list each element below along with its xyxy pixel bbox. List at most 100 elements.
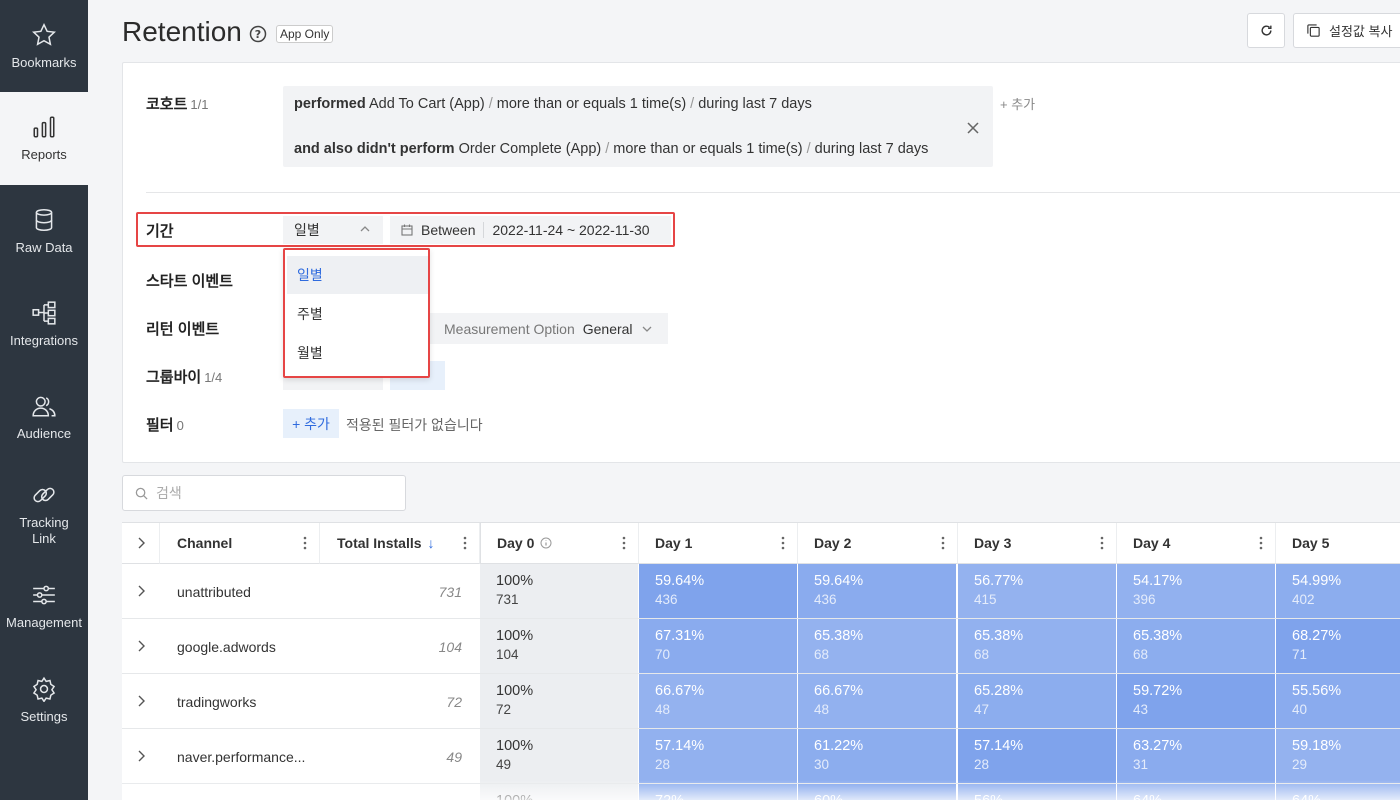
- kebab-menu-icon[interactable]: [1100, 536, 1104, 550]
- filter-empty-text: 적용된 필터가 없습니다: [346, 417, 483, 433]
- kebab-menu-icon[interactable]: [941, 536, 945, 550]
- kebab-menu-icon[interactable]: [781, 536, 785, 550]
- day-2-cell: 65.38% 68: [798, 619, 957, 673]
- table-row[interactable]: google.adwords 104 100% 104 67.31% 70 65.38% 68…: [122, 619, 1400, 674]
- column-header-total-installs[interactable]: Total Installs ↓: [320, 523, 480, 564]
- sidebar-item-settings[interactable]: Settings: [0, 654, 88, 746]
- sidebar-item-label: Management: [6, 614, 82, 630]
- date-range-picker[interactable]: Between 2022-11-24 ~ 2022-11-30: [390, 216, 671, 244]
- day-0-cell: 100% 49: [480, 729, 639, 783]
- day-1-cell: 67.31% 70: [639, 619, 798, 673]
- column-header-day-1[interactable]: Day 1: [639, 523, 798, 564]
- retention-percent: 59.64%: [655, 573, 705, 589]
- expand-row-button[interactable]: [122, 564, 160, 618]
- integrations-icon: [32, 300, 56, 325]
- day-3-cell: 57.14% 28: [958, 729, 1117, 783]
- audience-icon: [32, 396, 56, 417]
- column-header-channel[interactable]: Channel: [160, 523, 320, 564]
- expand-row-button[interactable]: [122, 674, 160, 728]
- sidebar-item-bookmarks[interactable]: Bookmarks: [0, 0, 88, 92]
- column-header-label: Day 2: [814, 535, 852, 551]
- channel-cell: naver.performance...: [177, 749, 306, 765]
- channel-cell: unattributed: [177, 584, 251, 600]
- sort-desc-icon[interactable]: ↓: [428, 535, 435, 551]
- retention-count: 28: [974, 757, 990, 772]
- column-header-day-0[interactable]: Day 0: [480, 523, 639, 564]
- dropdown-option-monthly[interactable]: 월별: [287, 334, 428, 372]
- day-4-cell: 63.27% 31: [1117, 729, 1276, 783]
- group-by-count: 1/4: [204, 370, 223, 385]
- day-3-cell: 65.28% 47: [958, 674, 1117, 728]
- expand-row-button[interactable]: [122, 619, 160, 673]
- table-row[interactable]: unattributed 731 100% 731 59.64% 436 59.64% 436…: [122, 564, 1400, 619]
- chevron-up-icon: [360, 226, 370, 232]
- expand-row-button[interactable]: [122, 729, 160, 783]
- column-header-day-4[interactable]: Day 4: [1117, 523, 1276, 564]
- sidebar-item-label: Reports: [21, 147, 67, 162]
- close-icon[interactable]: [967, 122, 979, 134]
- cohort-count: 1/1: [190, 97, 209, 112]
- group-by-label: 그룹바이 1/4: [146, 369, 223, 386]
- copy-icon: [1307, 24, 1320, 37]
- retention-count: 70: [655, 647, 671, 662]
- period-unit-dropdown: 일별 주별 월별: [283, 248, 430, 378]
- channel-cell: google.adwords: [177, 639, 276, 655]
- filter-add-button[interactable]: + 추가: [283, 409, 339, 438]
- sidebar-item-management[interactable]: Management: [0, 560, 88, 652]
- retention-percent: 100%: [496, 573, 534, 589]
- retention-count: 436: [814, 592, 837, 607]
- sidebar-item-label: Raw Data: [15, 239, 73, 255]
- search-input[interactable]: 검색: [122, 475, 406, 511]
- table-row[interactable]: tradingworks 72 100% 72 66.67% 48 66.67% 48 65.2…: [122, 674, 1400, 729]
- sidebar-item-label: Audience: [16, 425, 72, 441]
- calendar-icon: [401, 224, 413, 236]
- period-unit-select[interactable]: 일별: [283, 216, 383, 244]
- dropdown-option-daily[interactable]: 일별: [287, 256, 428, 294]
- table-row[interactable]: naver.performance... 49 100% 49 57.14% 28 61.2…: [122, 729, 1400, 784]
- column-header-label: Day 0: [497, 535, 535, 551]
- database-icon: [35, 208, 53, 231]
- kebab-menu-icon[interactable]: [622, 536, 626, 550]
- total-installs-cell: 104: [438, 639, 462, 655]
- column-header-day-3[interactable]: Day 3: [958, 523, 1117, 564]
- sidebar-item-label: Tracking Link: [19, 514, 69, 546]
- sidebar-item-reports[interactable]: Reports: [0, 92, 88, 185]
- info-icon: [540, 537, 552, 549]
- total-installs-cell: 72: [446, 694, 462, 710]
- kebab-menu-icon[interactable]: [303, 536, 307, 550]
- star-icon: [32, 22, 56, 46]
- measurement-option-select[interactable]: Measurement Option General: [430, 313, 668, 344]
- retention-count: 29: [1292, 757, 1308, 772]
- kebab-menu-icon[interactable]: [1259, 536, 1263, 550]
- period-unit-value: 일별: [294, 222, 320, 238]
- expand-all-header[interactable]: [122, 523, 160, 564]
- retention-count: 48: [814, 702, 830, 717]
- cohort-add-button[interactable]: + 추가: [1000, 94, 1035, 113]
- sidebar: Bookmarks Reports Raw Data Integrations …: [0, 0, 88, 800]
- retention-percent: 57.14%: [974, 738, 1024, 754]
- column-header-day-5[interactable]: Day 5: [1276, 523, 1400, 564]
- refresh-button[interactable]: [1247, 13, 1285, 48]
- sidebar-item-raw-data[interactable]: Raw Data: [0, 185, 88, 277]
- retention-percent: 54.17%: [1133, 573, 1183, 589]
- column-header-label: Day 4: [1133, 535, 1171, 551]
- sidebar-item-tracking-link[interactable]: Tracking Link: [0, 464, 88, 564]
- chevron-right-icon: [138, 750, 145, 762]
- kebab-menu-icon[interactable]: [463, 536, 467, 550]
- day-4-cell: 65.38% 68: [1117, 619, 1276, 673]
- sidebar-item-audience[interactable]: Audience: [0, 371, 88, 463]
- copy-settings-button[interactable]: 설정값 복사: [1293, 13, 1400, 48]
- chevron-down-icon: [642, 326, 652, 332]
- sidebar-item-integrations[interactable]: Integrations: [0, 278, 88, 370]
- retention-count: 48: [655, 702, 671, 717]
- copy-settings-label: 설정값 복사: [1329, 24, 1393, 39]
- retention-count: 40: [1292, 702, 1308, 717]
- retention-count: 396: [1133, 592, 1156, 607]
- column-header-label: Channel: [177, 535, 233, 551]
- day-5-cell: 54.99% 402: [1276, 564, 1400, 618]
- column-header-day-2[interactable]: Day 2: [798, 523, 958, 564]
- cohort-condition-box[interactable]: performed Add To Cart (App) / more than or…: [283, 86, 993, 167]
- chevron-right-icon: [138, 537, 145, 549]
- dropdown-option-weekly[interactable]: 주별: [287, 295, 428, 333]
- help-icon[interactable]: ?: [249, 25, 267, 43]
